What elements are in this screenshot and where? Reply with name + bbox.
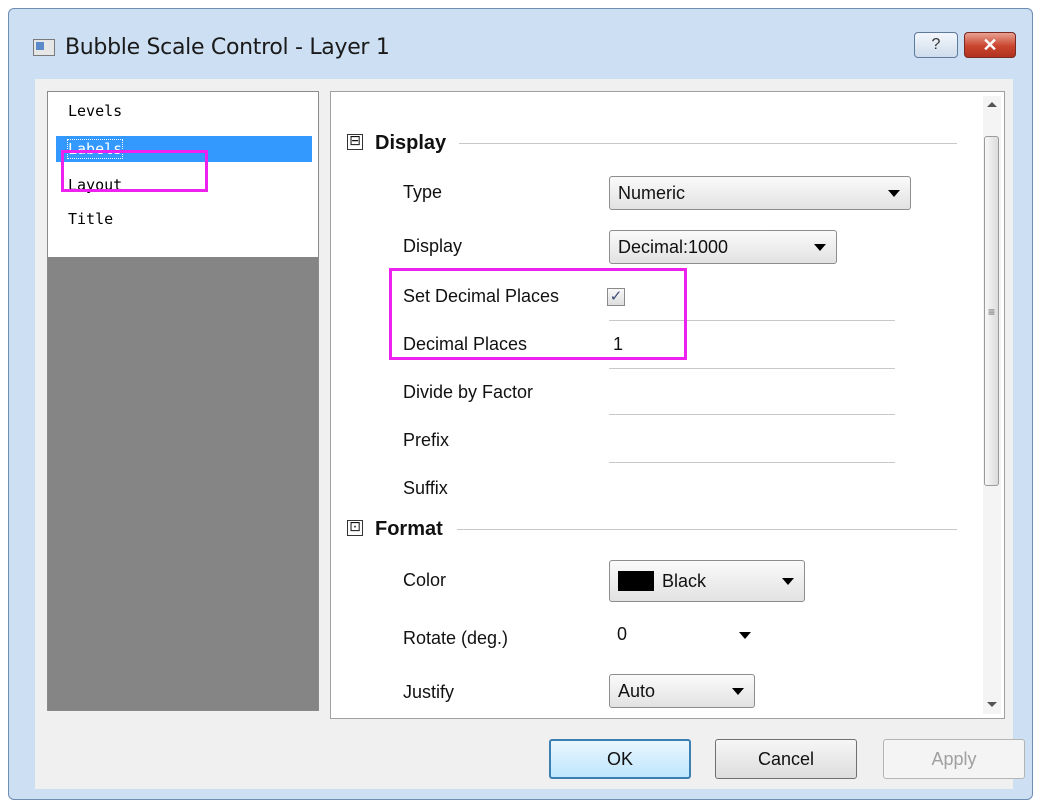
section-title: Format — [375, 518, 443, 540]
divide-by-factor-label: Divide by Factor — [403, 382, 534, 402]
dialog-client-area: Levels Labels Layout Title ⊟ Display Typ… — [35, 79, 1025, 789]
help-button[interactable]: ? — [914, 32, 958, 58]
divide-by-factor-input[interactable] — [609, 414, 895, 415]
justify-label: Justify — [403, 682, 455, 702]
prefix-input[interactable] — [609, 462, 895, 463]
grip-icon: ≡ — [988, 305, 996, 319]
collapse-icon[interactable]: ⊟ — [347, 134, 363, 150]
dialog-window: Bubble Scale Control - Layer 1 ? ✕ Level… — [8, 8, 1033, 800]
tree-item-levels[interactable]: Levels — [56, 98, 312, 124]
tree-item-label: Title — [68, 210, 114, 228]
scrollbar-thumb[interactable]: ≡ — [984, 136, 999, 486]
color-swatch — [618, 571, 654, 591]
window-title: Bubble Scale Control - Layer 1 — [65, 35, 390, 60]
labels-highlight-box — [61, 150, 208, 192]
ok-button[interactable]: OK — [549, 739, 691, 779]
display-label: Display — [403, 236, 463, 256]
chevron-down-icon — [814, 244, 826, 251]
apply-button[interactable]: Apply — [883, 739, 1025, 779]
row-divider — [609, 368, 895, 369]
justify-dropdown[interactable]: Auto — [609, 674, 755, 708]
chevron-down-icon — [732, 688, 744, 695]
section-display-header[interactable]: ⊟ Display — [347, 130, 957, 158]
chevron-down-icon — [888, 190, 900, 197]
property-grid: ⊟ Display Type Numeric Display Decimal:1… — [330, 91, 1005, 719]
section-divider — [459, 143, 957, 144]
chevron-down-icon — [739, 632, 751, 639]
scroll-down-arrow-icon[interactable] — [987, 702, 997, 707]
suffix-label: Suffix — [403, 478, 448, 498]
color-value: Black — [662, 571, 707, 591]
color-label: Color — [403, 570, 447, 590]
decimal-options-highlight-box — [389, 268, 687, 360]
rotate-value: 0 — [617, 624, 628, 644]
section-title: Display — [375, 132, 447, 154]
display-value: Decimal:1000 — [618, 237, 729, 257]
rotate-label: Rotate (deg.) — [403, 628, 509, 648]
type-value: Numeric — [618, 183, 686, 203]
rotate-dropdown[interactable]: 0 — [609, 618, 759, 652]
app-window-icon — [33, 39, 55, 56]
vertical-scrollbar[interactable]: ≡ — [983, 96, 1001, 714]
scroll-up-arrow-icon[interactable] — [987, 102, 997, 107]
justify-value: Auto — [618, 681, 656, 701]
type-dropdown[interactable]: Numeric — [609, 176, 911, 210]
close-button[interactable]: ✕ — [964, 32, 1016, 58]
cancel-button[interactable]: Cancel — [715, 739, 857, 779]
tree-item-title[interactable]: Title — [56, 206, 312, 232]
section-format-header[interactable]: ⊡ Format — [347, 516, 957, 544]
section-divider — [457, 529, 957, 530]
category-tree-panel: Levels Labels Layout Title — [47, 91, 319, 711]
collapse-icon[interactable]: ⊡ — [347, 520, 363, 536]
chevron-down-icon — [782, 578, 794, 585]
color-dropdown[interactable]: Black — [609, 560, 805, 602]
display-dropdown[interactable]: Decimal:1000 — [609, 230, 837, 264]
type-label: Type — [403, 182, 443, 202]
prefix-label: Prefix — [403, 430, 450, 450]
title-bar[interactable]: Bubble Scale Control - Layer 1 ? ✕ — [9, 9, 1032, 71]
tree-item-label: Levels — [68, 102, 123, 120]
